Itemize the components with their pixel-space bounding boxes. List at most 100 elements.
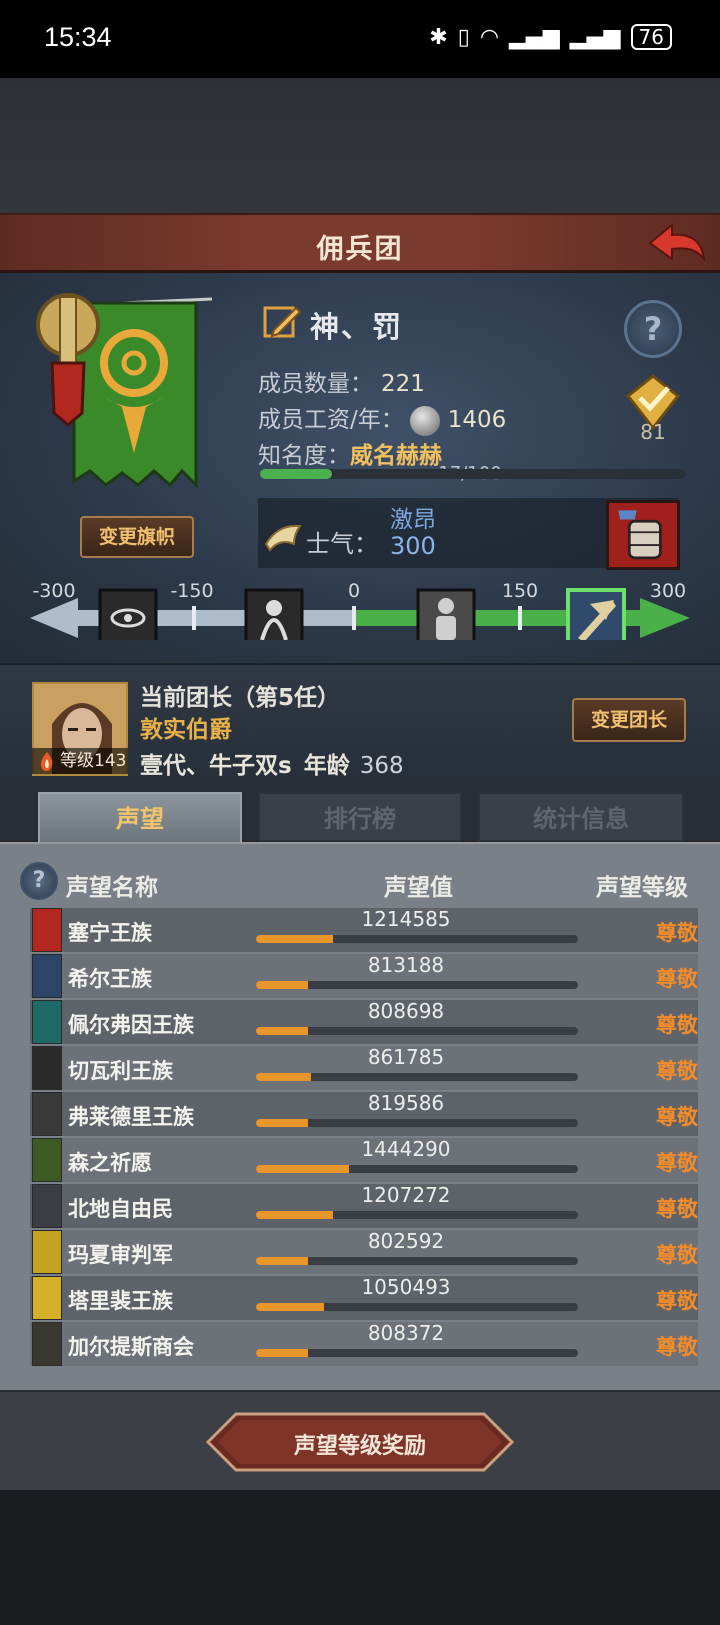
wage-stat: 成员工资/年： 1406 — [258, 400, 506, 436]
change-flag-button[interactable]: 变更旗帜 — [80, 516, 194, 558]
faction-crest-icon — [32, 1138, 62, 1182]
morale-right-arrow — [640, 598, 690, 638]
reputation-row[interactable]: 弗莱德里王族 819586 尊敬 — [30, 1091, 698, 1136]
reputation-level: 尊敬 — [656, 1105, 698, 1129]
members-stat: 成员数量： 221 — [258, 364, 425, 398]
change-leader-button[interactable]: 变更团长 — [572, 698, 686, 742]
morale-tick-label: -150 — [170, 580, 214, 602]
status-icons: ✱ ▯ ◠ ▂▄▆ ▂▄▆ 76 — [429, 24, 672, 50]
leader-player: 壹代、牛子双s — [140, 753, 292, 779]
tick-150 — [518, 606, 522, 630]
reward-button-label[interactable]: 声望等级奖励 — [206, 1428, 514, 1460]
back-arrow-icon[interactable] — [646, 219, 708, 267]
age-value: 368 — [359, 753, 404, 779]
reputation-row[interactable]: 森之祈愿 1444290 尊敬 — [30, 1137, 698, 1182]
members-value: 221 — [381, 371, 425, 397]
reputation-row[interactable]: 塞宁王族 1214585 尊敬 — [30, 907, 698, 952]
wage-value: 1406 — [447, 407, 507, 433]
morale-icon-desperate — [98, 588, 158, 640]
reputation-value: 813188 — [367, 953, 445, 977]
reputation-value: 808698 — [367, 999, 445, 1023]
tab-leaderboard[interactable]: 排行榜 — [258, 792, 462, 842]
battery-icon: 76 — [630, 24, 672, 50]
rank-number: 81 — [640, 420, 666, 444]
morale-icon-calm — [416, 588, 476, 640]
reputation-row[interactable]: 北地自由民 1207272 尊敬 — [30, 1183, 698, 1228]
reputation-row[interactable]: 佩尔弗因王族 808698 尊敬 — [30, 999, 698, 1044]
tick-minus-150 — [192, 606, 196, 630]
leader-title: 当前团长（第5任） — [140, 685, 341, 711]
reputation-progress-fill — [256, 1073, 311, 1081]
reputation-progress-bar — [256, 1257, 578, 1265]
faction-name: 切瓦利王族 — [68, 1059, 173, 1083]
morale-left-arrow — [30, 598, 78, 638]
reputation-level: 尊敬 — [656, 1197, 698, 1221]
reputation-row[interactable]: 希尔王族 813188 尊敬 — [30, 953, 698, 998]
age-label: 年龄 — [303, 753, 350, 779]
vibrate-icon: ▯ — [457, 24, 470, 50]
reputation-row[interactable]: 加尔提斯商会 808372 尊敬 — [30, 1321, 698, 1366]
faction-name: 北地自由民 — [68, 1197, 173, 1221]
reputation-value: 1444290 — [361, 1137, 451, 1161]
reputation-header: ? 声望名称 声望值 声望等级 — [0, 858, 720, 901]
header-value: 声望值 — [384, 875, 453, 901]
bluetooth-icon: ✱ — [429, 24, 448, 50]
reputation-progress-fill — [256, 1257, 308, 1265]
reputation-progress-fill — [256, 1027, 308, 1035]
status-time: 15:34 — [44, 22, 112, 52]
footer — [0, 1490, 720, 1625]
reputation-progress-fill — [256, 1211, 334, 1219]
reputation-row[interactable]: 切瓦利王族 861785 尊敬 — [30, 1045, 698, 1090]
header-name: 声望名称 — [66, 875, 158, 901]
signal-icon: ▂▄▆ — [509, 24, 560, 50]
reputation-value: 802592 — [367, 1229, 445, 1253]
reputation-value: 819586 — [367, 1091, 445, 1115]
morale-state: 激昂 — [390, 507, 436, 533]
morale-tick-label: 300 — [649, 580, 687, 602]
reputation-progress-bar — [256, 1027, 578, 1035]
fame-progress-bar — [260, 469, 686, 479]
morale-icon-sad — [244, 588, 304, 640]
guild-banner-icon — [36, 293, 213, 489]
reputation-value: 1050493 — [361, 1275, 451, 1299]
wifi-icon: ◠ — [479, 24, 500, 50]
faction-crest-icon — [32, 1322, 62, 1366]
reputation-level: 尊敬 — [656, 967, 698, 991]
reputation-level: 尊敬 — [656, 1151, 698, 1175]
fame-stat: 知名度：威名赫赫 — [258, 436, 442, 470]
header-level: 声望等级 — [596, 875, 688, 901]
faction-name: 加尔提斯商会 — [68, 1335, 194, 1359]
reputation-value: 1214585 — [361, 907, 451, 931]
help-icon[interactable]: ? — [624, 300, 682, 358]
top-background — [0, 78, 720, 213]
tab-statistics[interactable]: 统计信息 — [478, 792, 684, 842]
reputation-value: 1207272 — [361, 1183, 451, 1207]
reputation-progress-bar — [256, 935, 578, 943]
faction-crest-icon — [32, 1092, 62, 1136]
tab-reputation[interactable]: 声望 — [38, 792, 242, 842]
guild-name: 神、罚 — [310, 310, 404, 344]
leader-name: 敦实伯爵 — [140, 717, 232, 743]
reputation-progress-bar — [256, 1119, 578, 1127]
reputation-help-icon[interactable]: ? — [20, 862, 58, 900]
reputation-row[interactable]: 玛夏审判军 802592 尊敬 — [30, 1229, 698, 1274]
morale-value: 300 — [390, 532, 436, 560]
reputation-progress-fill — [256, 1165, 350, 1173]
reputation-level: 尊敬 — [656, 1013, 698, 1037]
reputation-progress-bar — [256, 1303, 578, 1311]
signal-icon-2: ▂▄▆ — [569, 24, 621, 50]
reputation-progress-bar — [256, 981, 578, 989]
faction-crest-icon — [32, 1184, 62, 1228]
morale-label: 士气： — [306, 530, 378, 558]
faction-name: 玛夏审判军 — [68, 1243, 173, 1267]
reputation-row[interactable]: 塔里裴王族 1050493 尊敬 — [30, 1275, 698, 1320]
game-screen: 15:34 ✱ ▯ ◠ ▂▄▆ ▂▄▆ 76 佣兵团 变更旗帜 神、罚 ? 81… — [0, 0, 720, 1625]
edit-name-icon[interactable] — [262, 302, 302, 342]
reputation-level: 尊敬 — [656, 1335, 698, 1359]
members-label: 成员数量： — [258, 371, 373, 397]
reputation-progress-fill — [256, 1303, 324, 1311]
fame-label: 知名度： — [258, 443, 350, 469]
reputation-level: 尊敬 — [656, 1059, 698, 1083]
reputation-progress-bar — [256, 1073, 578, 1081]
faction-crest-icon — [32, 1230, 62, 1274]
